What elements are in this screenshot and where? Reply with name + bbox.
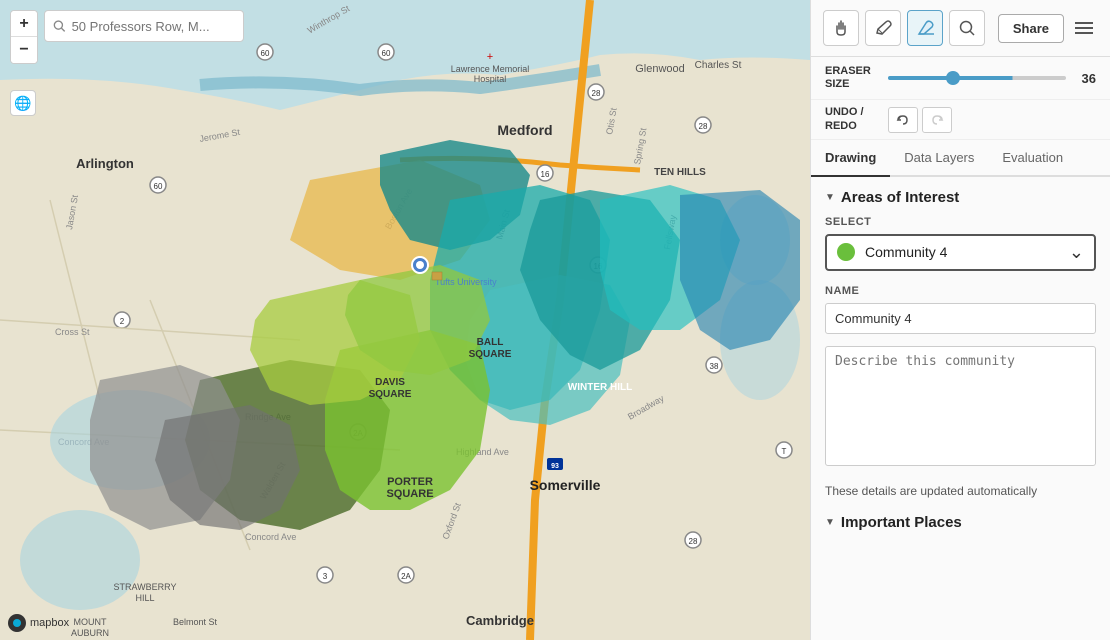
name-label: NAME: [825, 285, 1096, 297]
undo-redo-row: UNDO / REDO: [811, 100, 1110, 139]
undo-redo-buttons: [888, 107, 952, 133]
community-description-textarea[interactable]: [825, 346, 1096, 466]
map-container[interactable]: 28 28 38 16 16 60 60 60 2 2A 2A 3 28 T 9…: [0, 0, 810, 640]
important-places-section-header: ▼ Important Places: [825, 514, 1096, 531]
pencil-icon: [874, 19, 892, 37]
search-icon: [53, 19, 66, 33]
svg-text:AUBURN: AUBURN: [71, 628, 109, 638]
svg-text:Somerville: Somerville: [530, 477, 601, 493]
zoom-in-button[interactable]: +: [11, 11, 37, 37]
search-input[interactable]: [72, 19, 235, 34]
important-places-title: Important Places: [841, 514, 962, 531]
svg-text:28: 28: [699, 122, 708, 131]
redo-icon: [930, 113, 944, 127]
right-panel: Share ERASER SIZE 36 UNDO / REDO: [810, 0, 1110, 640]
community-color-dot: [837, 243, 855, 261]
svg-text:Medford: Medford: [497, 122, 552, 138]
svg-text:TEN HILLS: TEN HILLS: [654, 167, 706, 178]
select-label: SELECT: [825, 216, 1096, 228]
globe-button[interactable]: 🌐: [10, 90, 36, 116]
mapbox-icon: [8, 614, 26, 632]
svg-text:60: 60: [154, 182, 163, 191]
zoom-controls: + −: [10, 10, 38, 64]
svg-text:Glenwood: Glenwood: [635, 63, 685, 75]
magnify-tool-button[interactable]: [949, 10, 985, 46]
community-select-dropdown[interactable]: Community 4 ⌄: [825, 234, 1096, 271]
eraser-tool-button[interactable]: [907, 10, 943, 46]
tab-drawing[interactable]: Drawing: [811, 140, 890, 177]
svg-text:93: 93: [551, 463, 559, 470]
svg-text:T: T: [782, 447, 787, 456]
eraser-size-label: ERASER SIZE: [825, 65, 880, 91]
eraser-size-value: 36: [1074, 71, 1096, 86]
svg-text:PORTER: PORTER: [387, 476, 433, 488]
chevron-down-icon: ⌄: [1069, 242, 1084, 263]
svg-text:28: 28: [592, 89, 601, 98]
svg-text:3: 3: [323, 572, 328, 581]
svg-text:SQUARE: SQUARE: [369, 389, 412, 400]
svg-text:38: 38: [710, 362, 719, 371]
svg-text:16: 16: [541, 170, 550, 179]
svg-text:SQUARE: SQUARE: [386, 488, 433, 500]
svg-text:Charles St: Charles St: [695, 60, 742, 71]
undo-redo-label: UNDO / REDO: [825, 106, 880, 132]
svg-text:Cross St: Cross St: [55, 327, 90, 337]
section-collapse-arrow[interactable]: ▼: [825, 192, 835, 203]
areas-of-interest-section-header: ▼ Areas of Interest: [825, 189, 1096, 206]
redo-button[interactable]: [922, 107, 952, 133]
svg-text:Hospital: Hospital: [474, 74, 507, 84]
areas-of-interest-title: Areas of Interest: [841, 189, 959, 206]
svg-text:MOUNT: MOUNT: [74, 617, 107, 627]
toolbar: Share: [811, 0, 1110, 57]
svg-text:Concord Ave: Concord Ave: [245, 532, 296, 542]
eraser-icon: [916, 19, 934, 37]
svg-text:2A: 2A: [401, 572, 411, 581]
eraser-size-row: ERASER SIZE 36: [811, 57, 1110, 100]
auto-update-note: These details are updated automatically: [825, 483, 1096, 500]
svg-text:Arlington: Arlington: [76, 156, 134, 171]
svg-text:STRAWBERRY: STRAWBERRY: [113, 582, 176, 592]
mapbox-logo: mapbox: [8, 614, 69, 632]
svg-text:2: 2: [120, 317, 125, 326]
community-select-name: Community 4: [865, 244, 1059, 260]
magnify-icon: [958, 19, 976, 37]
tab-data-layers[interactable]: Data Layers: [890, 140, 988, 177]
svg-text:60: 60: [261, 49, 270, 58]
hand-icon: [832, 19, 850, 37]
important-places-collapse-arrow[interactable]: ▼: [825, 517, 835, 528]
undo-icon: [896, 113, 910, 127]
svg-text:Tufts University: Tufts University: [435, 277, 497, 287]
undo-button[interactable]: [888, 107, 918, 133]
svg-text:28: 28: [689, 537, 698, 546]
map-svg: 28 28 38 16 16 60 60 60 2 2A 2A 3 28 T 9…: [0, 0, 810, 640]
svg-text:Cambridge: Cambridge: [466, 613, 534, 628]
mapbox-label: mapbox: [30, 617, 69, 629]
map-search-bar[interactable]: [44, 10, 244, 42]
panel-content: ▼ Areas of Interest SELECT Community 4 ⌄…: [811, 177, 1110, 640]
svg-text:+: +: [487, 51, 493, 63]
tab-bar: Drawing Data Layers Evaluation: [811, 140, 1110, 177]
svg-text:60: 60: [382, 49, 391, 58]
tab-evaluation[interactable]: Evaluation: [988, 140, 1077, 177]
svg-text:WINTER HILL: WINTER HILL: [568, 382, 632, 393]
share-button[interactable]: Share: [998, 14, 1064, 43]
svg-text:SQUARE: SQUARE: [469, 349, 512, 360]
eraser-size-slider[interactable]: [888, 76, 1066, 80]
svg-text:Lawrence Memorial: Lawrence Memorial: [451, 64, 530, 74]
community-name-input[interactable]: [825, 303, 1096, 334]
svg-text:DAVIS: DAVIS: [375, 377, 405, 388]
svg-text:BALL: BALL: [477, 337, 504, 348]
svg-text:Belmont St: Belmont St: [173, 617, 218, 627]
svg-text:HILL: HILL: [135, 593, 154, 603]
menu-button[interactable]: [1070, 14, 1098, 42]
hamburger-icon: [1075, 21, 1093, 35]
pencil-tool-button[interactable]: [865, 10, 901, 46]
zoom-out-button[interactable]: −: [11, 37, 37, 63]
hand-tool-button[interactable]: [823, 10, 859, 46]
